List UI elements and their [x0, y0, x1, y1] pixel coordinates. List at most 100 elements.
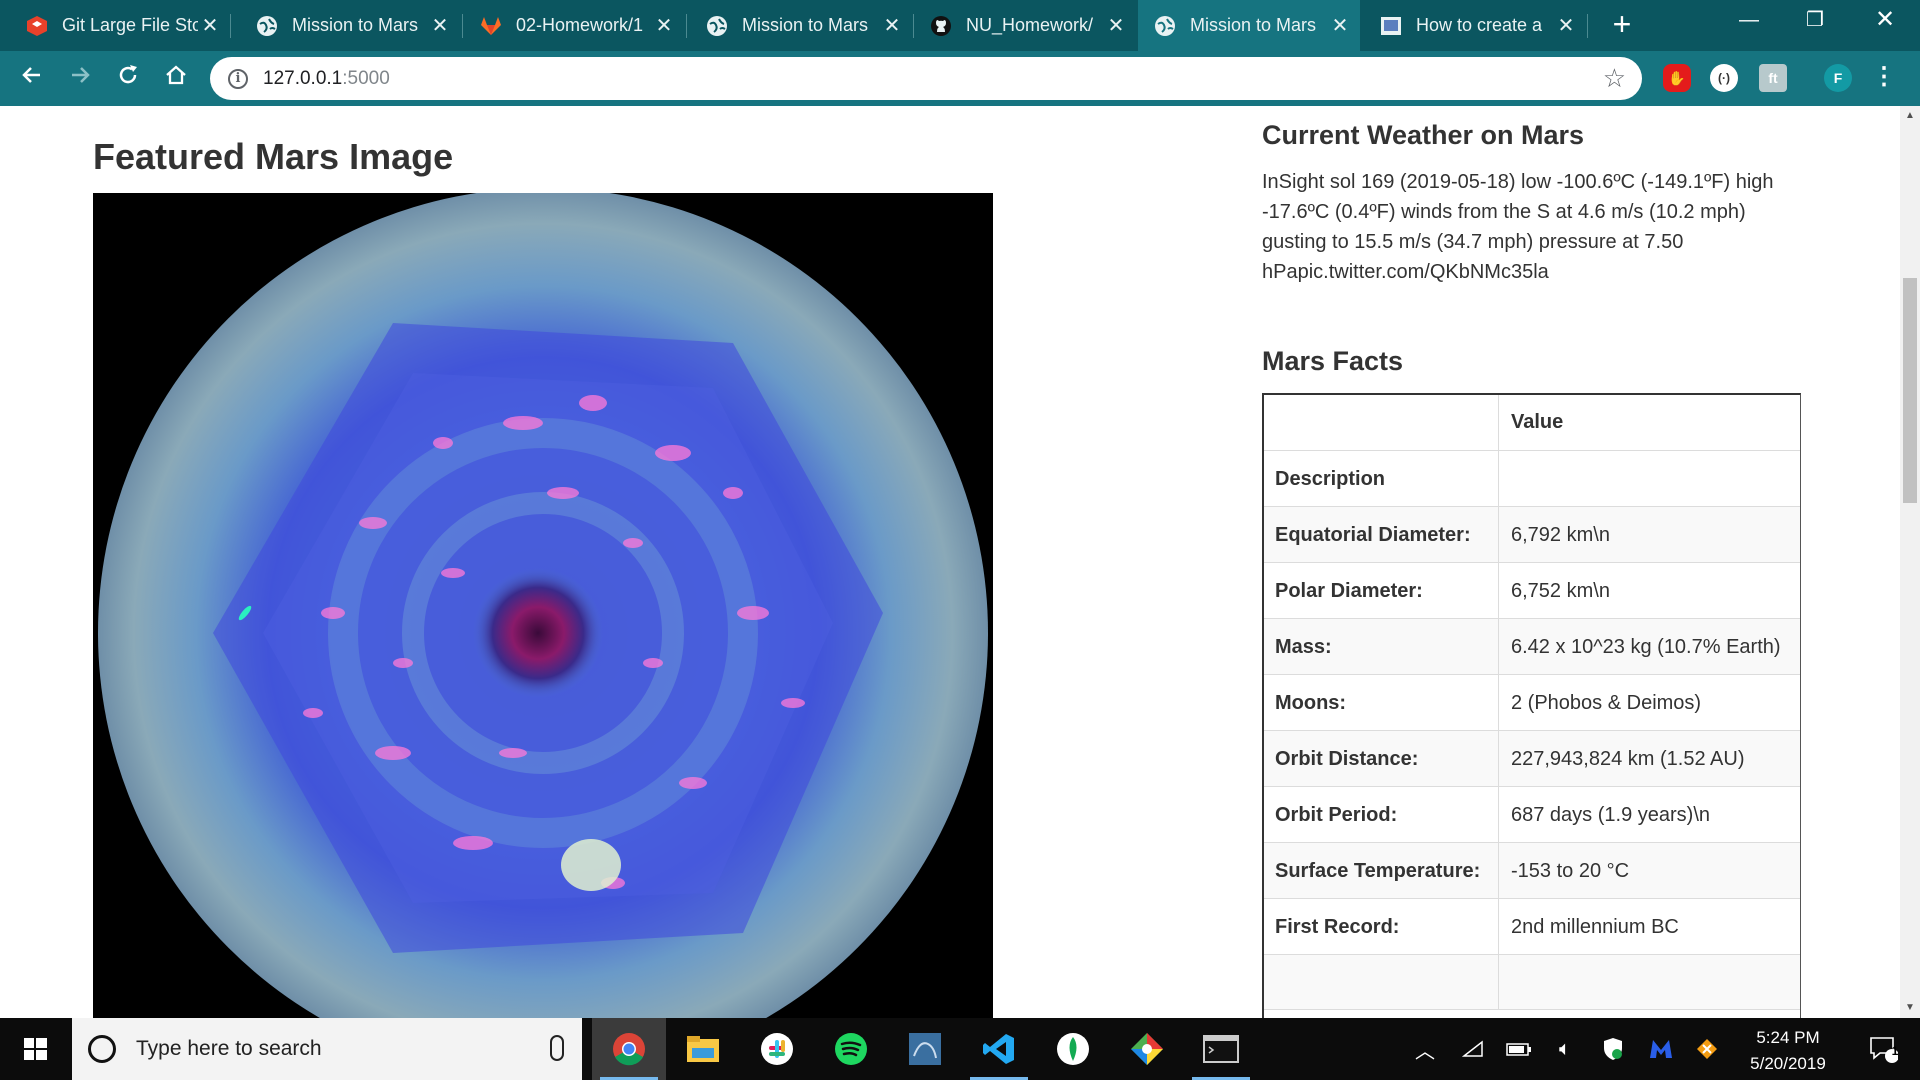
home-button[interactable] [158, 60, 194, 96]
table-row [1262, 954, 1801, 1010]
minimize-button[interactable]: — [1714, 0, 1784, 44]
url-port: :5000 [342, 67, 390, 89]
close-icon[interactable]: ✕ [1328, 13, 1352, 38]
close-icon[interactable]: ✕ [652, 13, 676, 38]
git-lfs-icon [26, 15, 48, 37]
table-row: Mass: 6.42 x 10^23 kg (10.7% Earth) [1262, 618, 1801, 675]
show-hidden-icons-button[interactable]: ︿ [1410, 1018, 1440, 1080]
security-shield-icon[interactable] [1596, 1018, 1630, 1080]
table-cell-key: Surface Temperature: [1262, 842, 1499, 899]
volume-icon[interactable]: 🔈︎ [1548, 1018, 1582, 1080]
saturn-hexagon-image [93, 193, 993, 1018]
tab-label: How to create a [1416, 15, 1543, 35]
taskbar-mysql-workbench[interactable] [888, 1018, 962, 1080]
back-button[interactable] [14, 60, 50, 96]
tab-how-to-create[interactable]: How to create a ✕ [1364, 0, 1586, 51]
reload-button[interactable] [110, 60, 146, 96]
chrome-icon [613, 1033, 645, 1066]
taskbar-search-box[interactable]: Type here to search [72, 1018, 582, 1080]
system-clock[interactable]: 5:24 PM 5/20/2019 [1728, 1025, 1848, 1077]
tab-nu-homework-github[interactable]: NU_Homework/ ✕ [914, 0, 1136, 51]
action-center-button[interactable]: 1 [1858, 1018, 1908, 1080]
forward-button[interactable] [62, 60, 98, 96]
tab-homework-gitlab[interactable]: 02-Homework/1 ✕ [464, 0, 684, 51]
table-cell-key: Description [1262, 450, 1499, 507]
close-icon[interactable]: ✕ [1104, 13, 1128, 38]
menu-kebab-icon[interactable]: ⋮ [1872, 64, 1896, 92]
vertical-scrollbar[interactable]: ▲ ▼ [1900, 106, 1920, 1018]
table-cell-key [1262, 954, 1499, 1010]
taskbar-git-kraken[interactable] [1110, 1018, 1184, 1080]
search-placeholder: Type here to search [136, 1037, 322, 1060]
tab-label: NU_Homework/ [966, 15, 1094, 35]
address-bar[interactable]: i 127.0.0.1:5000 ☆ [210, 57, 1642, 100]
table-row: Equatorial Diameter: 6,792 km\n [1262, 506, 1801, 563]
profile-avatar[interactable]: F [1824, 64, 1852, 92]
tab-mission-to-mars-active[interactable]: Mission to Mars ✕ [1138, 0, 1360, 51]
close-icon[interactable]: ✕ [198, 13, 222, 38]
microphone-icon[interactable] [550, 1035, 564, 1061]
malwarebytes-icon[interactable] [1644, 1018, 1678, 1080]
table-row: Orbit Distance: 227,943,824 km (1.52 AU) [1262, 730, 1801, 787]
weather-heading: Current Weather on Mars [1262, 120, 1585, 150]
table-cell-key: First Record: [1262, 898, 1499, 955]
terminal-icon [1203, 1035, 1239, 1063]
close-icon[interactable]: ✕ [428, 13, 452, 38]
scroll-up-icon[interactable]: ▲ [1900, 106, 1920, 126]
extension-circle-icon[interactable]: (·) [1710, 64, 1738, 92]
close-window-button[interactable]: ✕ [1850, 0, 1920, 44]
new-tab-button[interactable]: + [1606, 8, 1638, 41]
mongodb-compass-icon [1057, 1033, 1089, 1065]
close-icon[interactable]: ✕ [1554, 13, 1578, 38]
taskbar-chrome[interactable] [592, 1018, 666, 1080]
table-cell-value [1498, 954, 1801, 1010]
taskbar-vscode[interactable] [962, 1018, 1036, 1080]
scrollbar-thumb[interactable] [1903, 278, 1917, 503]
table-cell-value: 2 (Phobos & Deimos) [1498, 674, 1801, 731]
bookmark-star-icon[interactable]: ☆ [1603, 63, 1626, 94]
table-row: Polar Diameter: 6,752 km\n [1262, 562, 1801, 619]
featured-mars-image[interactable] [93, 193, 993, 1018]
taskbar-mongodb-compass[interactable] [1036, 1018, 1110, 1080]
url-text: 127.0.0.1:5000 [263, 68, 390, 90]
browser-toolbar: i 127.0.0.1:5000 ☆ ✋ (·) ft F ⋮ [0, 51, 1920, 106]
table-cell-key: Orbit Period: [1262, 786, 1499, 843]
battery-icon[interactable] [1502, 1018, 1536, 1080]
tab-mission-to-mars-1[interactable]: Mission to Mars ✕ [240, 0, 460, 51]
restore-button[interactable]: ❐ [1780, 0, 1850, 44]
taskbar-spotify[interactable] [814, 1018, 888, 1080]
table-row: Description [1262, 450, 1801, 507]
featured-image-heading: Featured Mars Image [93, 136, 454, 177]
tab-separator [686, 14, 687, 38]
vscode-icon [983, 1034, 1014, 1064]
clock-date: 5/20/2019 [1750, 1054, 1826, 1073]
mars-facts-table: Value Description Equatorial Diameter: 6… [1262, 393, 1801, 1010]
tab-git-lfs[interactable]: Git Large File Sto ✕ [10, 0, 230, 51]
adblock-extension-icon[interactable]: ✋ [1663, 64, 1691, 92]
taskbar-file-explorer[interactable] [666, 1018, 740, 1080]
close-icon[interactable]: ✕ [880, 13, 904, 38]
tab-mission-to-mars-2[interactable]: Mission to Mars ✕ [690, 0, 912, 51]
taskbar-terminal[interactable] [1184, 1018, 1258, 1080]
table-cell-value: 6,792 km\n [1498, 506, 1801, 563]
info-icon[interactable]: i [228, 68, 248, 89]
start-button[interactable] [0, 1018, 70, 1080]
scroll-down-icon[interactable]: ▼ [1900, 998, 1920, 1018]
table-cell-key: Polar Diameter: [1262, 562, 1499, 619]
tab-label: Mission to Mars [742, 15, 869, 35]
table-header-key [1262, 393, 1499, 451]
tray-app-icon[interactable] [1690, 1018, 1724, 1080]
tab-label: Mission to Mars [1190, 15, 1317, 35]
github-icon [930, 15, 952, 37]
home-icon [166, 65, 186, 85]
mars-facts-heading: Mars Facts [1262, 346, 1404, 376]
gitlab-icon [480, 15, 502, 37]
slack-icon [761, 1033, 793, 1065]
notification-count: 1 [1891, 1044, 1899, 1058]
tab-strip: Git Large File Sto ✕ Mission to Mars ✕ 0… [0, 0, 1920, 51]
taskbar-slack[interactable] [740, 1018, 814, 1080]
table-cell-value: 6.42 x 10^23 kg (10.7% Earth) [1498, 618, 1801, 675]
cortana-icon[interactable] [88, 1035, 116, 1063]
extension-icon[interactable]: ft [1759, 64, 1787, 92]
wifi-icon[interactable] [1456, 1018, 1490, 1080]
